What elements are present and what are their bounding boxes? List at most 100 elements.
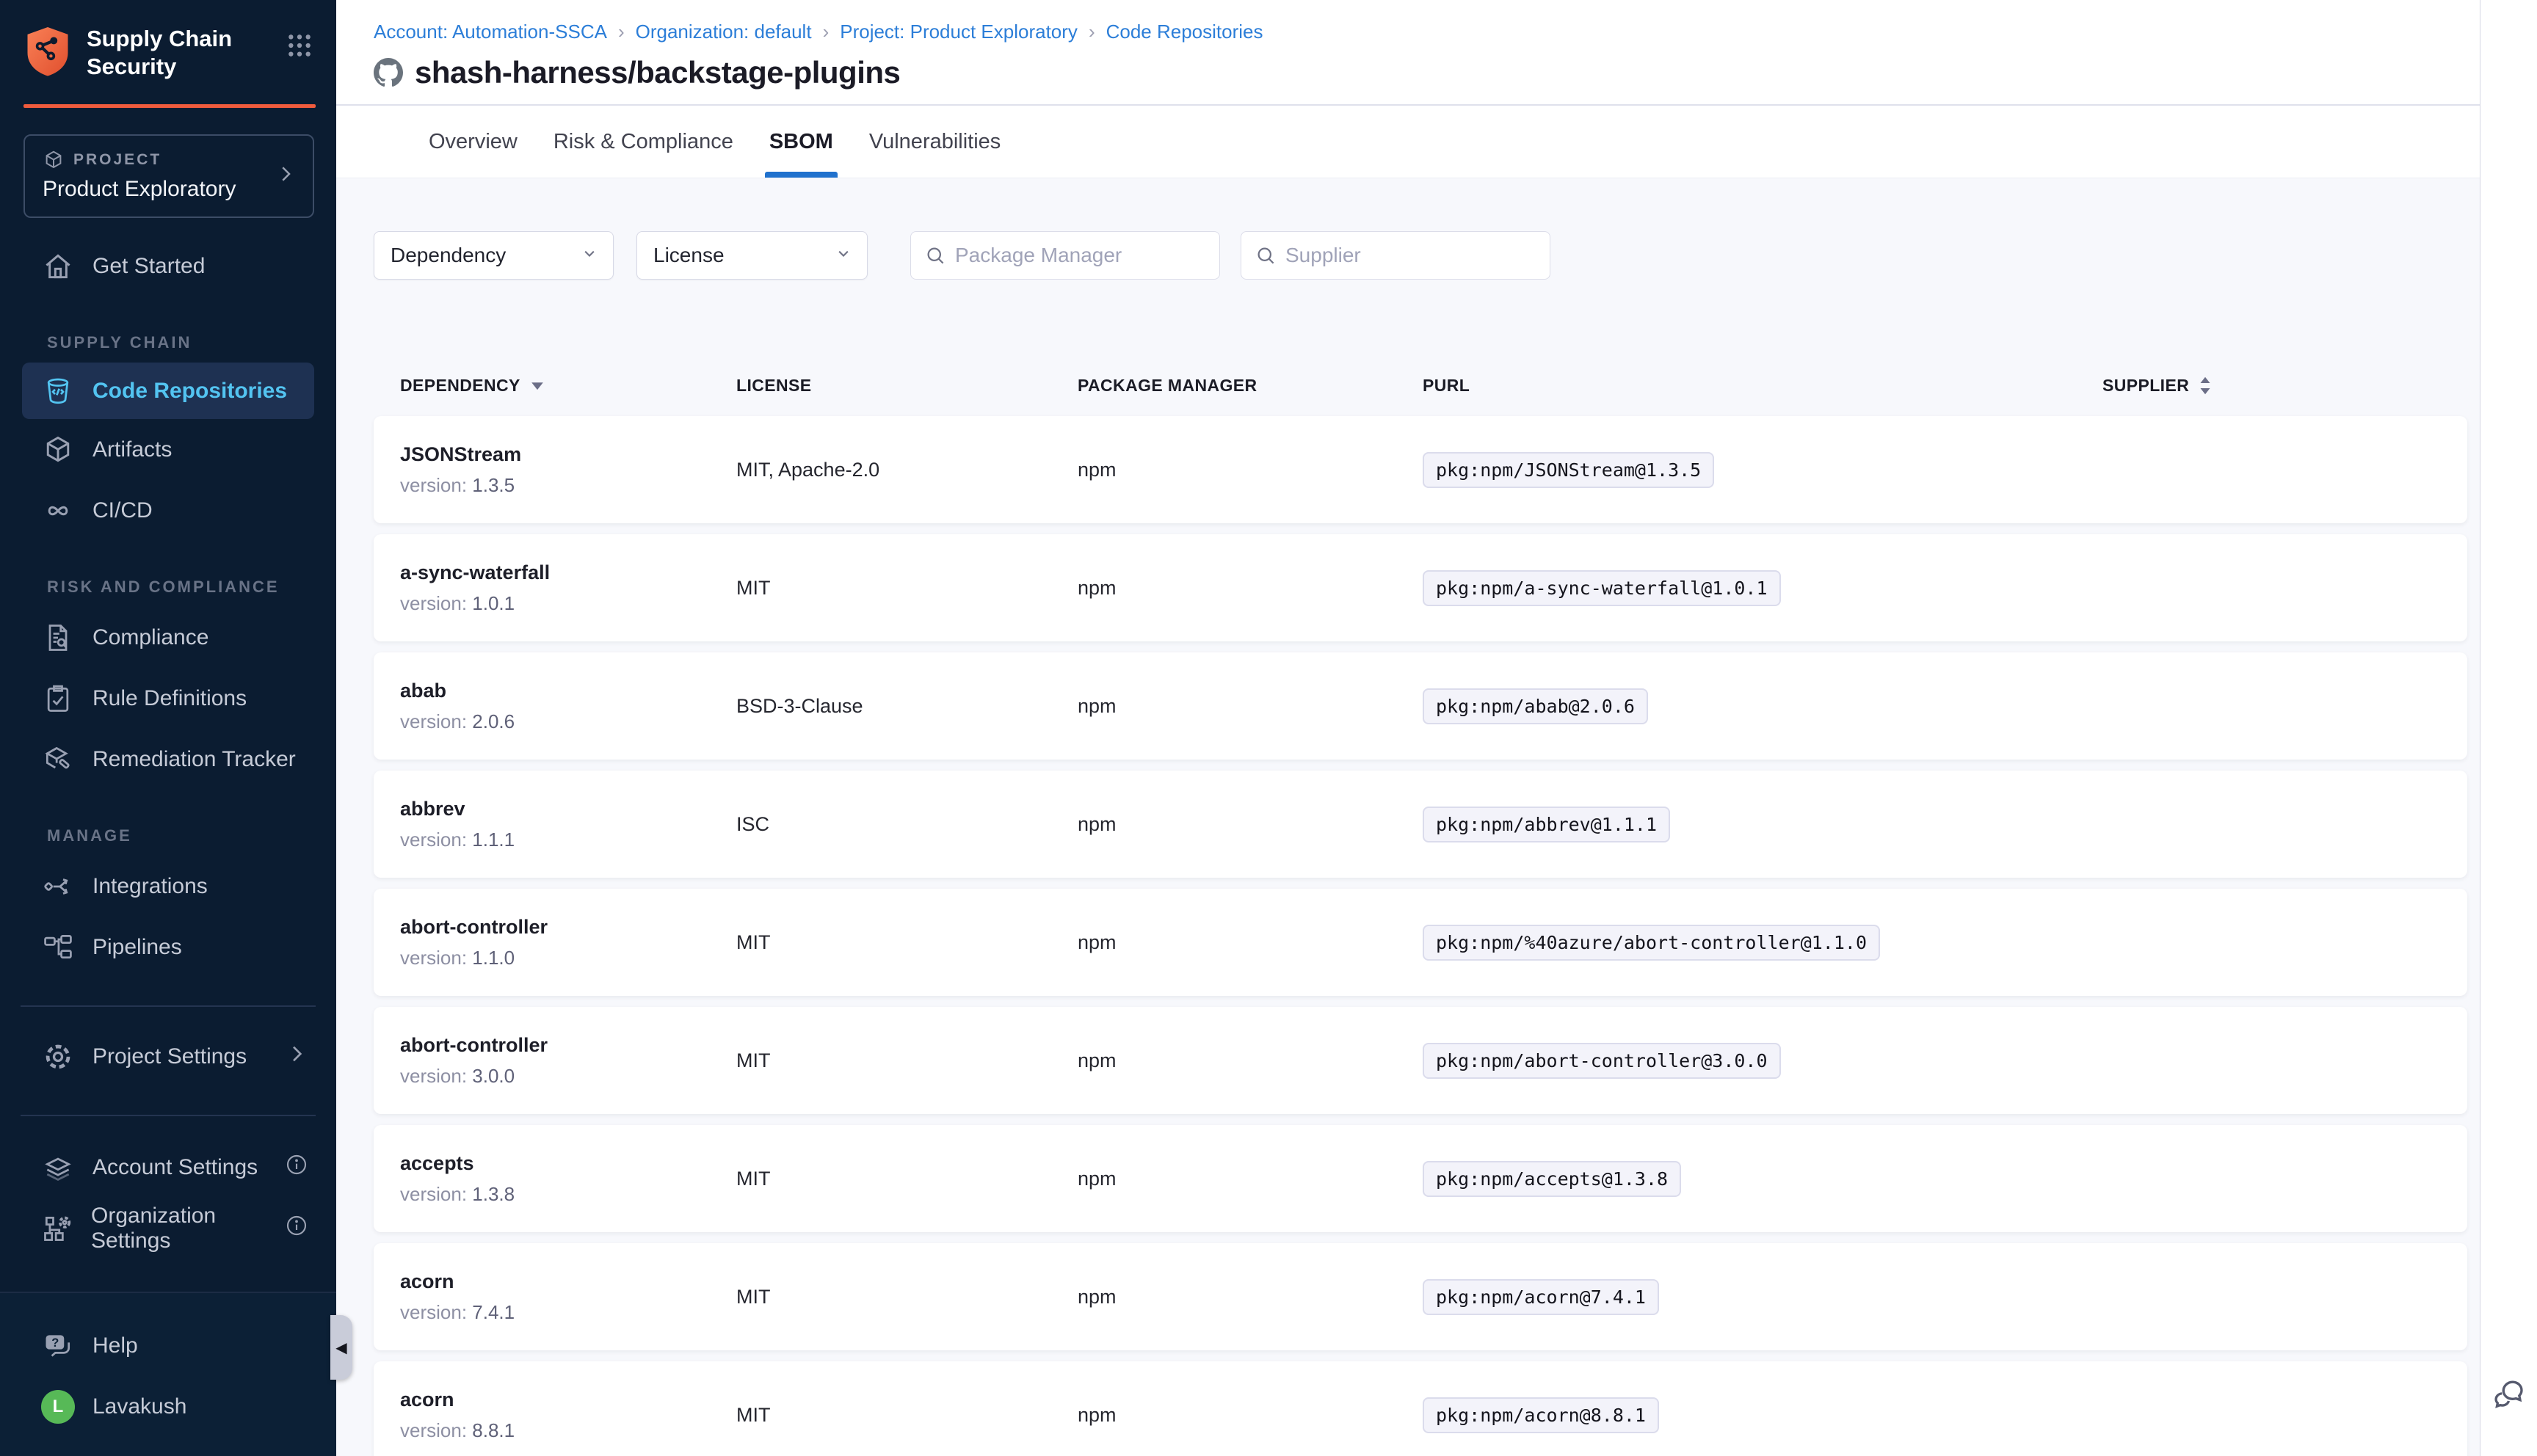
sidebar-item-label: Pipelines — [92, 935, 182, 960]
purl-chip: pkg:npm/abbrev@1.1.1 — [1423, 807, 1670, 842]
breadcrumb-account-link[interactable]: Account: Automation-SSCA — [374, 21, 607, 43]
sidebar-header: Supply Chain Security — [0, 0, 336, 100]
dependency-version: version: 1.1.0 — [400, 947, 736, 969]
table-row[interactable]: acorn version: 7.4.1 MIT npm pkg:npm/aco… — [374, 1243, 2467, 1350]
tab-sbom[interactable]: SBOM — [768, 106, 835, 178]
sidebar-collapse-handle[interactable]: ◀ — [330, 1315, 352, 1380]
table-row[interactable]: abab version: 2.0.6 BSD-3-Clause npm pkg… — [374, 652, 2467, 760]
section-heading-supply-chain: SUPPLY CHAIN — [47, 333, 336, 352]
sort-descending-icon — [531, 382, 544, 390]
table-row[interactable]: accepts version: 1.3.8 MIT npm pkg:npm/a… — [374, 1125, 2467, 1232]
license-cell: MIT — [736, 931, 1078, 954]
sbom-table-body: JSONStream version: 1.3.5 MIT, Apache-2.… — [374, 416, 2467, 1456]
tab-bar: Overview Risk & Compliance SBOM Vulnerab… — [336, 106, 2480, 178]
column-header-supplier[interactable]: SUPPLIER — [2102, 376, 2467, 396]
right-rail — [2480, 0, 2537, 1456]
sidebar-item-code-repositories[interactable]: Code Repositories — [22, 363, 314, 419]
sidebar-item-label: Remediation Tracker — [92, 747, 296, 772]
sidebar-item-organization-settings[interactable]: Organization Settings — [0, 1198, 336, 1259]
table-row[interactable]: abbrev version: 1.1.1 ISC npm pkg:npm/ab… — [374, 771, 2467, 878]
license-cell: MIT — [736, 1286, 1078, 1308]
dependency-name: JSONStream — [400, 443, 736, 466]
breadcrumb-code-repositories-link[interactable]: Code Repositories — [1106, 21, 1263, 43]
table-row[interactable]: abort-controller version: 3.0.0 MIT npm … — [374, 1007, 2467, 1114]
package-manager-cell: npm — [1078, 695, 1423, 718]
dependency-filter-dropdown[interactable]: Dependency — [374, 231, 614, 280]
sidebar-item-project-settings[interactable]: Project Settings — [0, 1026, 336, 1087]
sidebar-item-rule-definitions[interactable]: Rule Definitions — [0, 668, 336, 729]
feedback-chat-icon[interactable] — [2489, 1375, 2528, 1418]
layers-gear-icon — [41, 1151, 75, 1184]
github-icon — [374, 58, 403, 87]
page-title: shash-harness/backstage-plugins — [415, 55, 900, 90]
sidebar-item-label: Rule Definitions — [92, 686, 247, 711]
sidebar-item-label: Compliance — [92, 625, 208, 650]
sidebar-item-cicd[interactable]: CI/CD — [0, 480, 336, 541]
main-area: Account: Automation-SSCA › Organization:… — [336, 0, 2480, 1456]
user-name: Lavakush — [92, 1394, 186, 1419]
table-row[interactable]: a-sync-waterfall version: 1.0.1 MIT npm … — [374, 534, 2467, 641]
sidebar-item-label: Help — [92, 1333, 138, 1358]
package-manager-cell: npm — [1078, 459, 1423, 481]
dependency-version: version: 1.0.1 — [400, 592, 736, 615]
info-icon[interactable] — [285, 1214, 308, 1243]
license-cell: MIT — [736, 1404, 1078, 1427]
purl-chip: pkg:npm/acorn@7.4.1 — [1423, 1279, 1659, 1315]
package-manager-cell: npm — [1078, 931, 1423, 954]
supplier-search-input[interactable] — [1285, 244, 1538, 267]
package-manager-cell: npm — [1078, 1049, 1423, 1072]
sidebar-item-pipelines[interactable]: Pipelines — [0, 917, 336, 978]
sidebar-item-integrations[interactable]: Integrations — [0, 856, 336, 917]
search-icon — [924, 244, 946, 266]
column-header-package-manager: PACKAGE MANAGER — [1078, 376, 1423, 396]
svg-text:?: ? — [51, 1336, 59, 1350]
table-row[interactable]: abort-controller version: 1.1.0 MIT npm … — [374, 889, 2467, 996]
dependency-version: version: 3.0.0 — [400, 1065, 736, 1088]
breadcrumb-organization-link[interactable]: Organization: default — [636, 21, 812, 43]
purl-chip: pkg:npm/acorn@8.8.1 — [1423, 1397, 1659, 1433]
chevron-down-icon — [579, 243, 600, 269]
dependency-name: acorn — [400, 1388, 736, 1411]
dependency-version: version: 8.8.1 — [400, 1419, 736, 1442]
package-manager-search-input[interactable] — [955, 244, 1208, 267]
dependency-name: abort-controller — [400, 1034, 736, 1057]
breadcrumb: Account: Automation-SSCA › Organization:… — [374, 21, 2480, 43]
sidebar-divider — [21, 1115, 316, 1116]
app-title: Supply Chain Security — [87, 25, 254, 81]
sidebar-item-label: Get Started — [92, 254, 205, 279]
table-row[interactable]: JSONStream version: 1.3.5 MIT, Apache-2.… — [374, 416, 2467, 523]
sidebar-item-label: Artifacts — [92, 437, 172, 462]
sidebar-item-artifacts[interactable]: Artifacts — [0, 419, 336, 480]
tab-overview[interactable]: Overview — [427, 106, 519, 178]
sidebar-item-get-started[interactable]: Get Started — [0, 236, 336, 296]
dependency-name: abort-controller — [400, 916, 736, 939]
license-filter-dropdown[interactable]: License — [636, 231, 868, 280]
sidebar-item-account-settings[interactable]: Account Settings — [0, 1137, 336, 1198]
purl-chip: pkg:npm/accepts@1.3.8 — [1423, 1161, 1681, 1197]
project-selector[interactable]: PROJECT Product Exploratory — [23, 134, 314, 218]
app-switcher-grid-icon[interactable] — [285, 31, 314, 64]
module-accent-divider — [23, 104, 316, 108]
table-row[interactable]: acorn version: 8.8.1 MIT npm pkg:npm/aco… — [374, 1361, 2467, 1456]
breadcrumb-separator: › — [618, 21, 625, 43]
sidebar-item-compliance[interactable]: Compliance — [0, 607, 336, 668]
breadcrumb-project-link[interactable]: Project: Product Exploratory — [840, 21, 1078, 43]
supply-chain-shield-logo-icon — [23, 25, 72, 78]
project-name: Product Exploratory — [43, 177, 275, 202]
dependency-version: version: 1.3.5 — [400, 474, 736, 497]
purl-chip: pkg:npm/abort-controller@3.0.0 — [1423, 1043, 1781, 1079]
license-cell: MIT, Apache-2.0 — [736, 459, 1078, 481]
sidebar-divider — [21, 1005, 316, 1007]
dependency-name: abab — [400, 680, 736, 702]
avatar: L — [41, 1390, 75, 1424]
tab-vulnerabilities[interactable]: Vulnerabilities — [868, 106, 1002, 178]
user-menu[interactable]: L Lavakush — [0, 1376, 336, 1437]
filter-bar: Dependency License — [374, 231, 2480, 280]
tab-risk-compliance[interactable]: Risk & Compliance — [552, 106, 735, 178]
sidebar-item-help[interactable]: ? Help — [0, 1315, 336, 1376]
info-icon[interactable] — [285, 1153, 308, 1182]
sidebar-item-label: Code Repositories — [92, 379, 287, 404]
sidebar-item-remediation-tracker[interactable]: Remediation Tracker — [0, 729, 336, 790]
column-header-dependency[interactable]: DEPENDENCY — [400, 376, 736, 396]
column-header-purl: PURL — [1423, 376, 2102, 396]
